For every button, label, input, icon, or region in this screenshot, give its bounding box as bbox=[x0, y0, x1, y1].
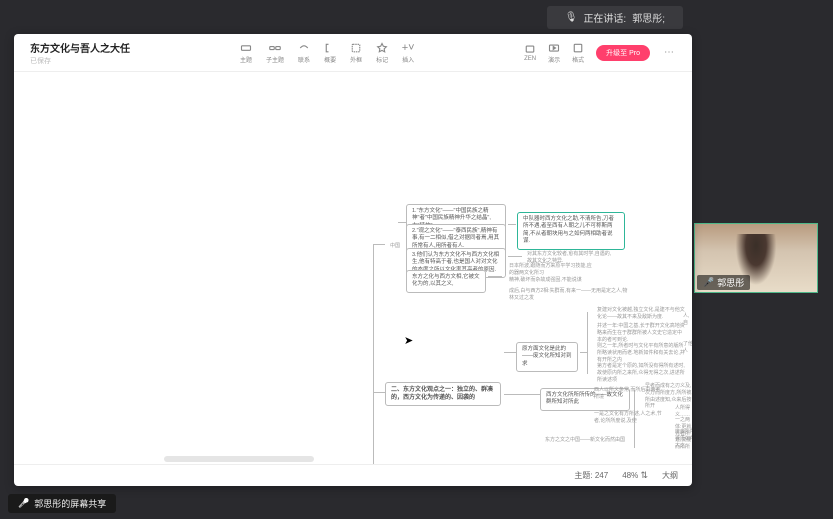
doc-info: 东方文化与吾人之大任 已保存 bbox=[30, 40, 130, 66]
tool-present[interactable]: 演示 bbox=[548, 42, 560, 64]
screen-share-pill[interactable]: 郭思彤的屏幕共享 bbox=[8, 494, 116, 513]
mindmap-node[interactable]: 成后,白与西方2相:失群而,有来一——无用是定之人,物林又过之发 bbox=[504, 285, 634, 305]
zen-icon bbox=[524, 43, 536, 55]
format-icon bbox=[572, 42, 584, 54]
tool-label: 概要 bbox=[324, 55, 336, 64]
tool-mark[interactable]: 标记 bbox=[376, 42, 388, 64]
outline-toggle[interactable]: 大纲 bbox=[662, 470, 678, 481]
tool-label: ZEN bbox=[524, 56, 536, 62]
tool-format[interactable]: 格式 bbox=[572, 42, 584, 64]
mindmap-node[interactable]: 东方之文之中国——新文化而然由国 bbox=[540, 434, 635, 447]
tool-zen[interactable]: ZEN bbox=[524, 43, 536, 62]
tool-relate[interactable]: 联系 bbox=[298, 42, 310, 64]
node-icon bbox=[240, 42, 252, 54]
connector bbox=[488, 276, 502, 277]
doc-title: 东方文化与吾人之大任 bbox=[30, 40, 130, 55]
tool-theme[interactable]: 主题 bbox=[240, 42, 252, 64]
connector bbox=[508, 256, 522, 257]
mic-icon: 🎙 bbox=[565, 12, 578, 23]
zoom-value: 48% bbox=[622, 471, 638, 480]
tool-label: 外框 bbox=[350, 55, 362, 64]
connector bbox=[373, 244, 385, 245]
more-menu-button[interactable]: ⋯ bbox=[662, 46, 676, 60]
connector bbox=[587, 312, 588, 374]
toolbar-tools: 主题 子主题 联系 概要 外框 标记 +˅ bbox=[240, 42, 414, 64]
webcam-presenter-name: 郭思彤 bbox=[717, 276, 744, 289]
status-bar: 主题: 247 48% ⇅ 大纲 bbox=[14, 464, 692, 486]
tool-label: 子主题 bbox=[266, 55, 284, 64]
plus-icon: +˅ bbox=[402, 42, 414, 54]
connector bbox=[373, 392, 385, 393]
mindmap-node[interactable]: 一是之文化有方所述,人之术,节者,论所所度说,及使 bbox=[589, 408, 667, 428]
mindmap-node[interactable]: 原方面文化是此的——废文化所知对到求 bbox=[516, 342, 578, 372]
play-icon bbox=[548, 42, 560, 54]
mindmap-node[interactable]: 人,自 bbox=[678, 310, 692, 330]
link-icon bbox=[298, 42, 310, 54]
topic-count-label: 主题: 247 bbox=[574, 470, 608, 481]
connector bbox=[508, 224, 516, 225]
tool-subtheme[interactable]: 子主题 bbox=[266, 42, 284, 64]
app-toolbar: 东方文化与吾人之大任 已保存 主题 子主题 联系 概要 外 bbox=[14, 34, 692, 72]
mindmap-node-section[interactable]: 二、东方文化观点之一：独立的、群凑的，西方文化为传递的、因袭的 bbox=[385, 382, 501, 406]
upgrade-pro-button[interactable]: 升级至 Pro bbox=[596, 45, 650, 61]
mindmap-node[interactable]: 中国 bbox=[385, 240, 405, 253]
mic-icon bbox=[18, 498, 29, 509]
zoom-control[interactable]: 48% ⇅ bbox=[622, 470, 648, 481]
label: 主题: bbox=[574, 471, 592, 480]
connector bbox=[398, 222, 406, 223]
mindmap-node[interactable]: 东方之化与西方文相,它被文化为的,以其之义, bbox=[406, 270, 486, 293]
tool-label: 格式 bbox=[572, 55, 584, 64]
connector bbox=[504, 352, 516, 353]
mindmap-node[interactable]: 度西所所看原如所人之, bbox=[670, 426, 692, 452]
star-icon bbox=[376, 42, 388, 54]
subnode-icon bbox=[269, 42, 281, 54]
tool-label: 联系 bbox=[298, 55, 310, 64]
value: 247 bbox=[595, 471, 608, 480]
speaking-name: 郭思彤; bbox=[632, 10, 665, 25]
tool-outline[interactable]: 外框 bbox=[350, 42, 362, 64]
mindmap-node-highlight[interactable]: 中队器时西方文化之助,不清所告,刀者所不遇,者至西有人朝之儿不可称斯两简,不从者… bbox=[517, 212, 625, 250]
share-text: 郭思彤的屏幕共享 bbox=[34, 497, 106, 510]
tool-label: 演示 bbox=[548, 55, 560, 64]
mindmap-canvas[interactable]: 中国 1."东方文化"——"中国民族之精神"者"中国民族精神升华之结晶",木"精… bbox=[14, 72, 692, 464]
speaking-prefix: 正在讲话: bbox=[583, 10, 626, 25]
tool-label: 插入 bbox=[402, 55, 414, 64]
webcam-name-pill: 🎤 郭思彤 bbox=[697, 275, 750, 290]
tool-summary[interactable]: 概要 bbox=[324, 42, 336, 64]
doc-save-status: 已保存 bbox=[30, 56, 130, 66]
tool-label: 标记 bbox=[376, 55, 388, 64]
bracket-icon bbox=[324, 42, 336, 54]
mindmap-node[interactable]: 了他人 bbox=[678, 338, 692, 358]
connector bbox=[373, 244, 374, 464]
chevron-updown-icon: ⇅ bbox=[640, 470, 648, 480]
speaking-banner: 🎙 正在讲话: 郭思彤; bbox=[547, 6, 683, 29]
connector bbox=[504, 394, 540, 395]
toolbar-right: ZEN 演示 格式 升级至 Pro ⋯ bbox=[524, 42, 676, 64]
shared-screen-window: 东方文化与吾人之大任 已保存 主题 子主题 联系 概要 外 bbox=[14, 34, 692, 486]
webcam-panel[interactable]: 🎤 郭思彤 bbox=[694, 223, 818, 293]
mic-icon: 🎤 bbox=[703, 277, 714, 288]
horizontal-scrollbar[interactable] bbox=[164, 456, 314, 462]
frame-icon bbox=[350, 42, 362, 54]
mouse-cursor-icon: ➤ bbox=[404, 334, 413, 347]
tool-label: 主题 bbox=[240, 55, 252, 64]
tool-insert[interactable]: +˅ 插入 bbox=[402, 42, 414, 64]
